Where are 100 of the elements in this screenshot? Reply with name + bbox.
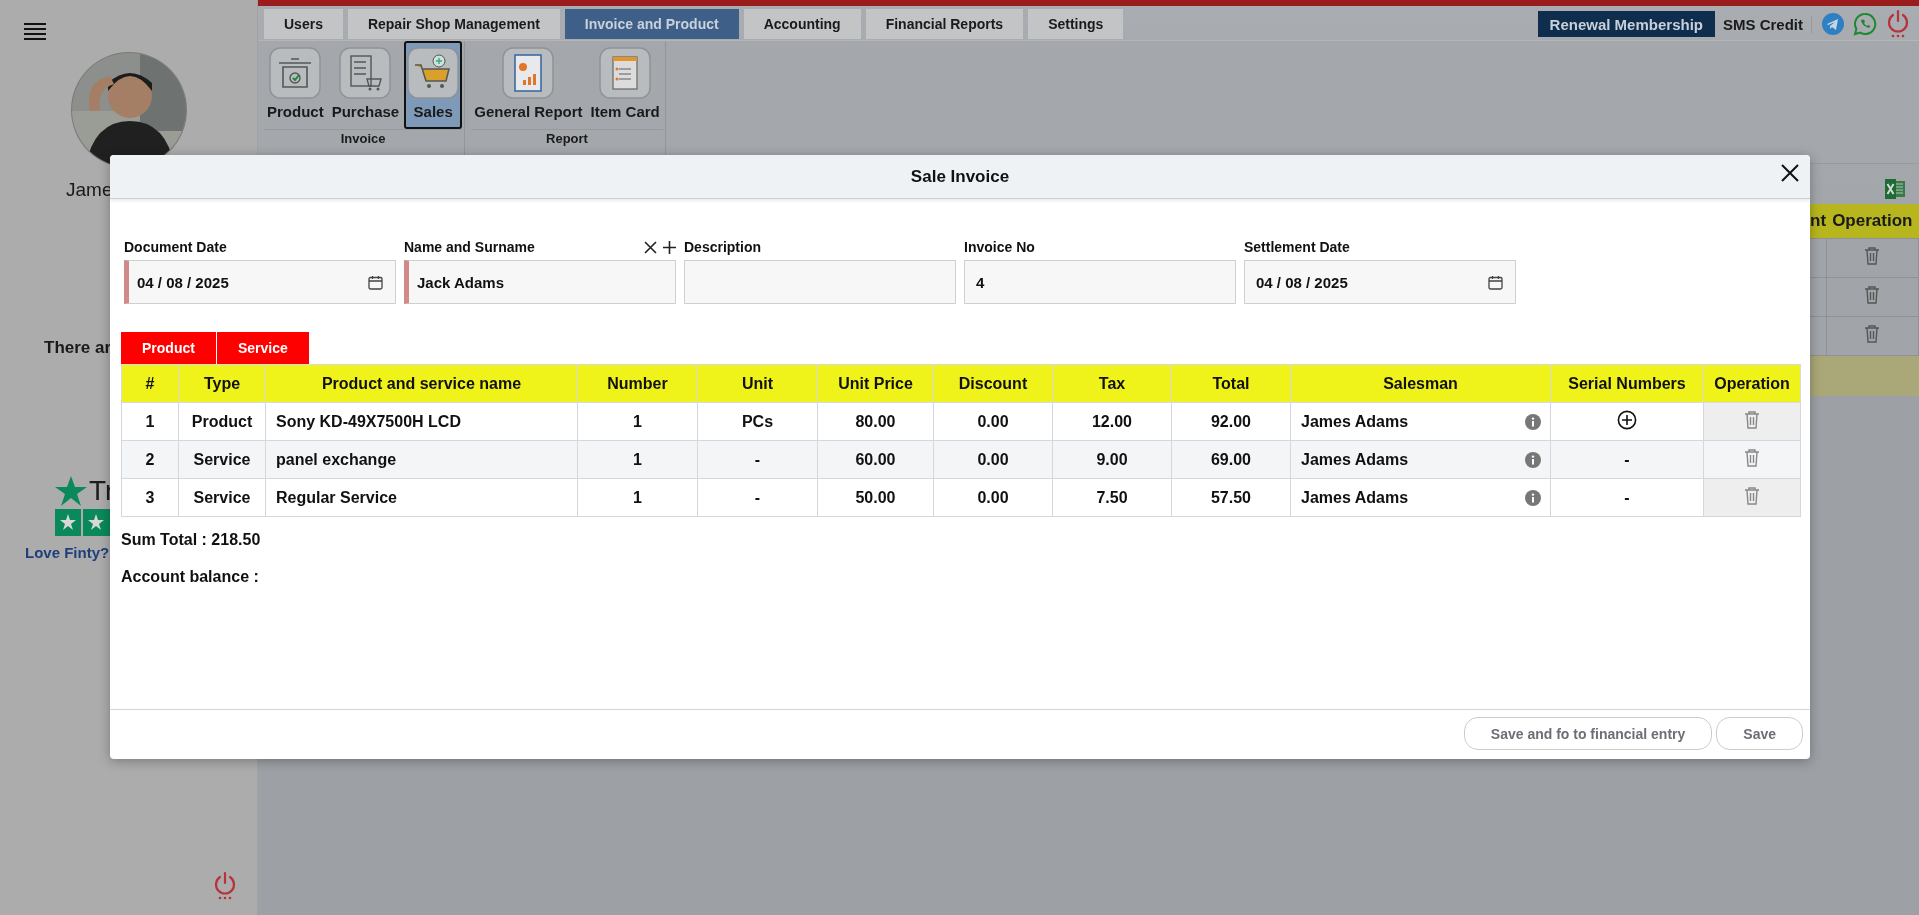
info-icon[interactable] <box>1525 489 1541 506</box>
ribbon-button[interactable]: Item Card <box>587 41 663 129</box>
input-field[interactable]: 4 <box>964 260 1236 304</box>
field-label: Name and Surname <box>404 239 536 255</box>
salesman-name: James Adams <box>1301 450 1409 469</box>
table-cell: 60.00 <box>817 440 934 479</box>
trash-icon[interactable] <box>1864 285 1881 304</box>
input-field[interactable]: Jack Adams <box>404 260 676 304</box>
nav-tab[interactable]: Settings <box>1028 9 1124 39</box>
group-label: Report <box>545 130 589 146</box>
column-header: Discount <box>933 364 1053 403</box>
menu-icon[interactable] <box>24 22 46 40</box>
table-cell: 12.00 <box>1052 402 1172 441</box>
column-header: nt <box>1810 204 1827 239</box>
group-label: Invoice <box>339 130 387 146</box>
nav-tab[interactable]: Invoice and Product <box>564 9 739 39</box>
column-header: Product and service name <box>265 364 578 403</box>
input-field[interactable] <box>684 260 956 304</box>
box-icon <box>269 47 322 99</box>
salesman-name: James Adams <box>1301 488 1409 507</box>
column-header: Unit Price <box>817 364 934 403</box>
notice-text: There ar <box>44 338 112 358</box>
ribbon-button[interactable]: Sales <box>404 41 463 129</box>
trash-icon[interactable] <box>1744 486 1760 505</box>
table-cell: 50.00 <box>817 478 934 517</box>
trash-icon[interactable] <box>1864 324 1881 343</box>
info-icon[interactable] <box>1525 413 1541 430</box>
account-balance-text: Account balance : <box>121 568 260 586</box>
column-header: Tax <box>1052 364 1172 403</box>
add-icon[interactable] <box>663 240 676 254</box>
review-link[interactable]: Love Finty? <box>25 544 110 561</box>
add-row-button[interactable]: Product <box>121 332 217 364</box>
clear-icon[interactable] <box>644 240 657 254</box>
close-icon <box>1780 163 1800 183</box>
table-cell: - <box>1550 478 1704 517</box>
salesman-name: James Adams <box>1301 412 1409 431</box>
save-button[interactable]: Save <box>1716 717 1803 750</box>
table-cell: 2 <box>121 440 179 479</box>
table-cell: Service <box>178 478 266 517</box>
column-header: Number <box>577 364 698 403</box>
user-name: Jame <box>66 179 113 201</box>
date-field[interactable]: 04 / 08 / 2025 <box>1244 260 1516 304</box>
column-header: Operation <box>1703 364 1801 403</box>
table-cell: 92.00 <box>1171 402 1291 441</box>
table-cell: 1 <box>577 402 698 441</box>
table-cell: - <box>1550 440 1704 479</box>
column-header: Unit <box>697 364 818 403</box>
field-label: Description <box>684 239 762 255</box>
table-cell: - <box>697 478 818 517</box>
ribbon-button[interactable]: General Report <box>471 41 586 129</box>
card-icon <box>599 47 652 99</box>
sms-credit-link[interactable]: SMS Credit <box>1715 15 1812 33</box>
ribbon-button[interactable]: Purchase <box>328 41 403 129</box>
report-icon <box>502 47 555 99</box>
calendar-icon[interactable] <box>368 274 383 290</box>
table-cell: Product <box>178 402 266 441</box>
power-icon[interactable] <box>213 871 237 901</box>
table-cell: 0.00 <box>933 440 1053 479</box>
rating-stars-icon <box>55 509 110 536</box>
table-cell: Regular Service <box>265 478 578 517</box>
power-icon[interactable] <box>1886 9 1910 39</box>
trash-icon[interactable] <box>1864 246 1881 265</box>
nav-tab[interactable]: Users <box>264 9 343 39</box>
table-cell: panel exchange <box>265 440 578 479</box>
field-label: Settlement Date <box>1244 239 1351 255</box>
date-field[interactable]: 04 / 08 / 2025 <box>124 260 396 304</box>
dialog-title: Sale Invoice <box>910 166 1010 187</box>
field-label: Invoice No <box>964 239 1036 255</box>
star-icon <box>55 476 87 506</box>
table-cell: 9.00 <box>1052 440 1172 479</box>
table-cell: 0.00 <box>933 478 1053 517</box>
trash-icon[interactable] <box>1744 410 1760 429</box>
table-cell: Sony KD-49X7500H LCD <box>265 402 578 441</box>
add-row-button[interactable]: Service <box>216 332 310 364</box>
table-cell: 57.50 <box>1171 478 1291 517</box>
table-cell: Service <box>178 440 266 479</box>
checklist-cart-icon <box>339 47 392 99</box>
spreadsheet-icon[interactable] <box>1884 178 1906 200</box>
column-header: Operation <box>1826 204 1919 239</box>
calendar-icon[interactable] <box>1488 274 1503 290</box>
trash-icon[interactable] <box>1744 448 1760 467</box>
nav-tab[interactable]: Accounting <box>743 9 861 39</box>
table-cell: - <box>697 440 818 479</box>
column-header: Serial Numbers <box>1550 364 1704 403</box>
table-cell: 80.00 <box>817 402 934 441</box>
telegram-icon[interactable] <box>1822 13 1844 35</box>
table-cell: 1 <box>577 440 698 479</box>
nav-tab[interactable]: Financial Reports <box>865 9 1024 39</box>
table-cell: 0.00 <box>933 402 1053 441</box>
cart-icon <box>407 47 460 99</box>
column-header: Total <box>1171 364 1291 403</box>
add-circle-icon[interactable] <box>1617 409 1637 430</box>
field-label: Document Date <box>124 239 228 255</box>
table-cell: 1 <box>577 478 698 517</box>
info-icon[interactable] <box>1525 451 1541 468</box>
ribbon-button[interactable]: Product <box>264 41 327 129</box>
nav-tab[interactable]: Repair Shop Management <box>347 9 560 39</box>
renewal-button[interactable]: Renewal Membership <box>1537 11 1715 37</box>
save-button[interactable]: Save and fo to financial entry <box>1463 717 1713 750</box>
table-cell: PCs <box>697 402 818 441</box>
